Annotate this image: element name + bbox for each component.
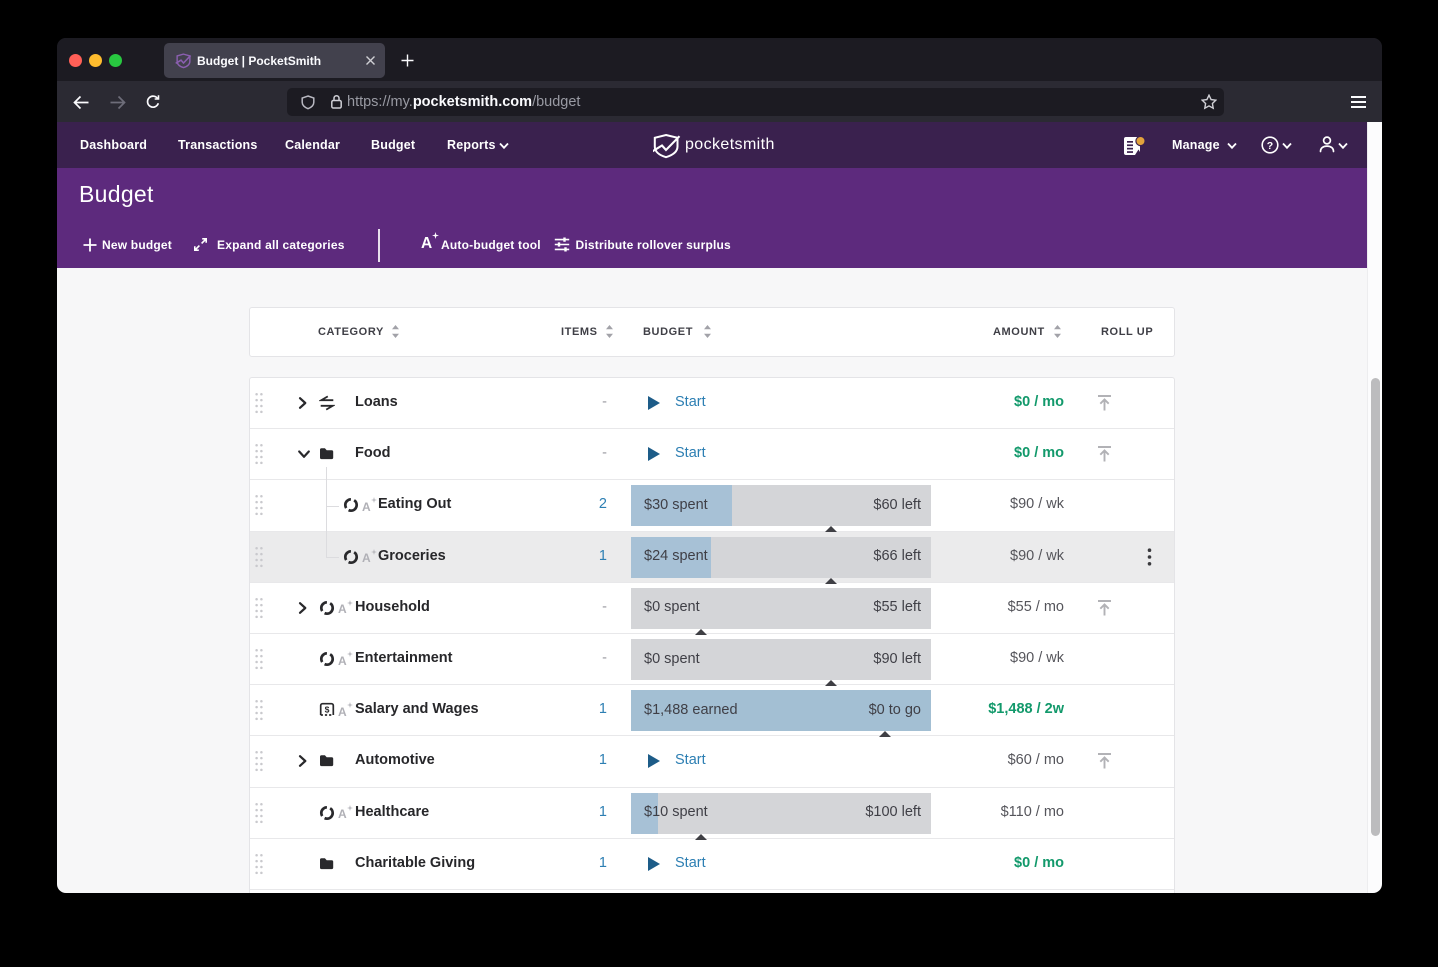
svg-text:?: ? [1267, 140, 1273, 152]
svg-text:$: $ [325, 705, 330, 715]
